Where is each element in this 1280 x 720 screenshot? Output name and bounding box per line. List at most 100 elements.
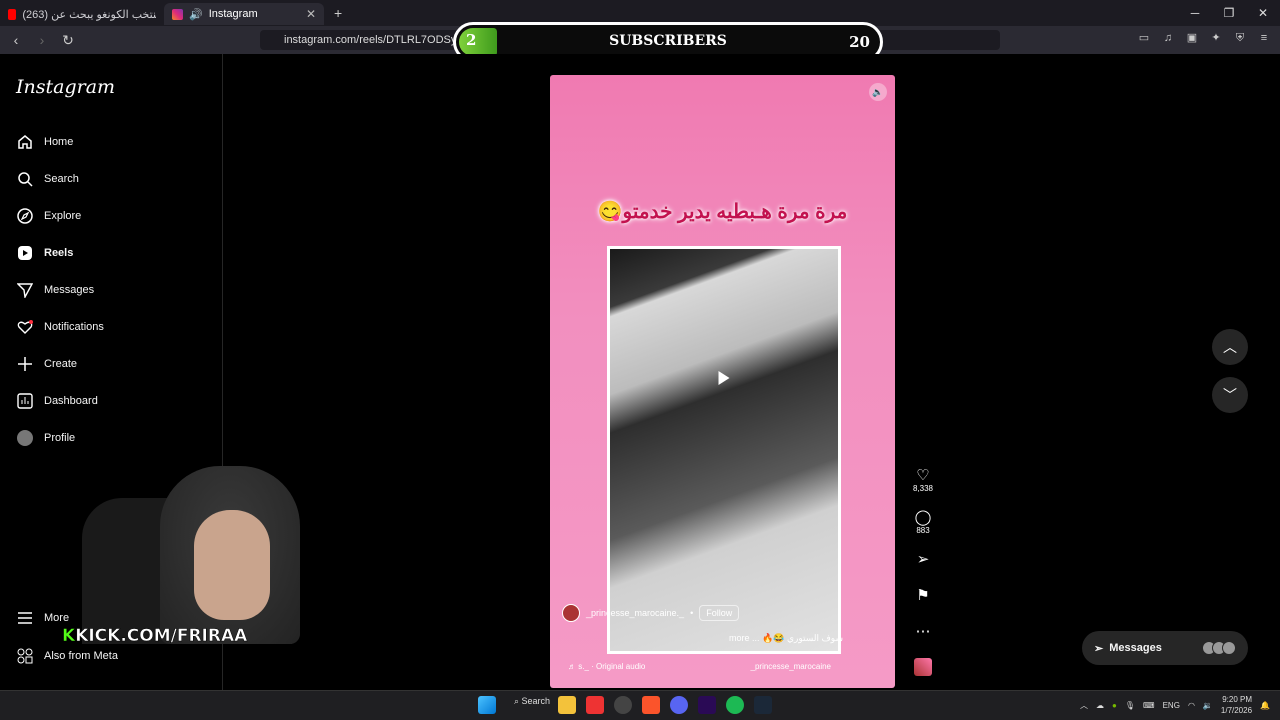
send-icon: ➢ [1094, 642, 1104, 655]
sidebar-item-meta[interactable]: Also from Meta [16, 646, 118, 666]
new-tab-button[interactable]: + [334, 5, 342, 21]
reel-video[interactable]: 🔈 مرة مرة هـبطيه يدير خدمتو😋 _princesse_… [550, 75, 895, 688]
audio-cover [914, 658, 932, 676]
tab-youtube[interactable]: (263) مشجع لمنتخب الكونغو يبحث عن [0, 3, 164, 25]
notification-icon[interactable]: 🔔 [1260, 701, 1270, 710]
app-icon[interactable] [585, 696, 604, 714]
sidebar-item-explore[interactable]: Explore [16, 206, 81, 226]
sidebar-item-profile[interactable]: Profile [16, 428, 75, 448]
cloud-icon[interactable]: ☁ [1096, 701, 1104, 710]
comment-button[interactable]: ◯ 883 [915, 510, 932, 552]
sidebar-item-label: Search [44, 173, 79, 185]
chevron-down-icon: ﹀ [1223, 387, 1237, 403]
avatar-icon [16, 429, 34, 447]
microphone-icon[interactable]: 🎙 [1125, 701, 1135, 710]
nvidia-icon[interactable]: ● [1112, 701, 1117, 710]
send-icon [16, 281, 34, 299]
volume-icon[interactable]: 🔉 [1203, 701, 1213, 710]
home-icon [16, 133, 34, 151]
brave-icon[interactable] [641, 696, 660, 714]
windows-start-icon[interactable] [478, 696, 496, 714]
clock[interactable]: 9:20 PM 1/7/2026 [1221, 694, 1252, 716]
sidebar-item-notifications[interactable]: Notifications [16, 317, 104, 337]
close-tab-icon[interactable]: ✕ [306, 7, 316, 21]
more-options-button[interactable]: ⋯ [916, 624, 931, 658]
sidebar-item-label: Create [44, 358, 78, 370]
save-button[interactable]: ⚑ [916, 588, 929, 624]
sidebar-item-label: Explore [44, 210, 82, 222]
comment-count: 883 [916, 526, 930, 535]
audio-user: _princesse_marocaine [750, 662, 832, 671]
tab-instagram[interactable]: 🔊 Instagram ✕ [164, 3, 324, 25]
heart-icon: ♡ [916, 467, 930, 484]
reload-icon[interactable]: ↻ [58, 32, 78, 49]
sidebar-item-label: Notifications [44, 321, 104, 333]
webcam-overlay [36, 462, 322, 644]
compass-icon [16, 207, 34, 225]
reel-description[interactable]: شوف الستوري 😂🔥 ... more [729, 633, 843, 644]
reels-icon [16, 244, 34, 262]
messages-label: Messages [1109, 642, 1162, 654]
kick-watermark: KKICK.COM/FRIRAA [62, 626, 248, 647]
forward-icon[interactable]: › [32, 32, 52, 48]
back-icon[interactable]: ‹ [6, 32, 26, 48]
premiere-icon[interactable] [697, 696, 716, 714]
avatar [1222, 641, 1236, 655]
speaker-icon[interactable]: 🔈 [869, 83, 887, 101]
share-button[interactable]: ➢ [917, 552, 930, 588]
keyboard-icon[interactable]: ⌨ [1143, 701, 1155, 710]
language-indicator[interactable]: ENG [1163, 701, 1180, 710]
sidebar-item-create[interactable]: Create [16, 354, 77, 374]
author-name[interactable]: _princesse_marocaine._ [586, 608, 684, 618]
taskbar-apps: ⌕ Search [478, 696, 772, 714]
vpn-icon[interactable]: ⛨ [1232, 30, 1248, 46]
sidebar-item-label: Dashboard [44, 395, 98, 407]
like-button[interactable]: ♡ 8,338 [913, 468, 933, 510]
obs-icon[interactable] [613, 696, 632, 714]
sidebar-item-dashboard[interactable]: Dashboard [16, 391, 98, 411]
discord-icon[interactable] [669, 696, 688, 714]
chart-icon [16, 392, 34, 410]
system-tray: ︿ ☁ ● 🎙 ⌨ ENG ◠ 🔉 9:20 PM 1/7/2026 🔔 [1080, 694, 1270, 716]
file-explorer-icon[interactable] [557, 696, 576, 714]
windows-taskbar: ⌕ Search ︿ ☁ ● 🎙 ⌨ ENG ◠ 🔉 9:20 PM 1/7/2… [0, 690, 1280, 720]
menu-icon [16, 609, 34, 627]
follow-button[interactable]: Follow [699, 605, 740, 621]
tab-label: (263) مشجع لمنتخب الكونغو يبحث عن [22, 8, 156, 21]
sidebar-item-messages[interactable]: Messages [16, 280, 94, 300]
youtube-icon [8, 8, 17, 20]
minimize-button[interactable]: ─ [1178, 0, 1212, 26]
ai-icon[interactable]: ✦ [1208, 30, 1224, 46]
kick-logo: K [62, 626, 76, 647]
sidebar-item-home[interactable]: Home [16, 132, 73, 152]
send-icon: ➢ [916, 551, 930, 568]
wallet-icon[interactable]: ▣ [1184, 30, 1200, 46]
maximize-button[interactable]: ❐ [1212, 0, 1246, 26]
plus-icon [16, 355, 34, 373]
menu-icon[interactable]: ≡ [1256, 30, 1272, 46]
sidebar-item-reels[interactable]: Reels [16, 243, 73, 263]
message-avatars [1202, 641, 1236, 655]
subscriber-goal: 20 [849, 33, 870, 51]
spotify-icon[interactable] [725, 696, 744, 714]
previous-reel-button[interactable]: ︿ [1212, 329, 1248, 365]
play-icon[interactable] [718, 370, 730, 385]
toolbar-icons: ▭ ♫ ▣ ✦ ⛨ ≡ [1136, 30, 1272, 46]
chevron-up-icon[interactable]: ︿ [1080, 700, 1088, 711]
taskbar-search[interactable]: ⌕ Search [506, 696, 551, 714]
avatar[interactable] [562, 604, 580, 622]
next-reel-button[interactable]: ﹀ [1212, 377, 1248, 413]
speaker-icon: 🔊 [189, 8, 203, 21]
instagram-logo[interactable]: Instagram [16, 76, 115, 98]
sidebar-item-label: Home [44, 136, 74, 148]
sidebar-item-label: Also from Meta [44, 650, 118, 662]
wifi-icon[interactable]: ◠ [1188, 701, 1195, 710]
music-icon[interactable]: ♫ [1160, 30, 1176, 46]
messages-button[interactable]: ➢ Messages [1082, 631, 1248, 665]
audio-info[interactable]: ♬ s._ · Original audio [568, 662, 645, 671]
close-window-button[interactable]: ✕ [1246, 0, 1280, 26]
sidebar-item-search[interactable]: Search [16, 169, 79, 189]
steam-icon[interactable] [753, 696, 772, 714]
search-label: Search [521, 696, 551, 706]
sidebar-icon[interactable]: ▭ [1136, 30, 1152, 46]
